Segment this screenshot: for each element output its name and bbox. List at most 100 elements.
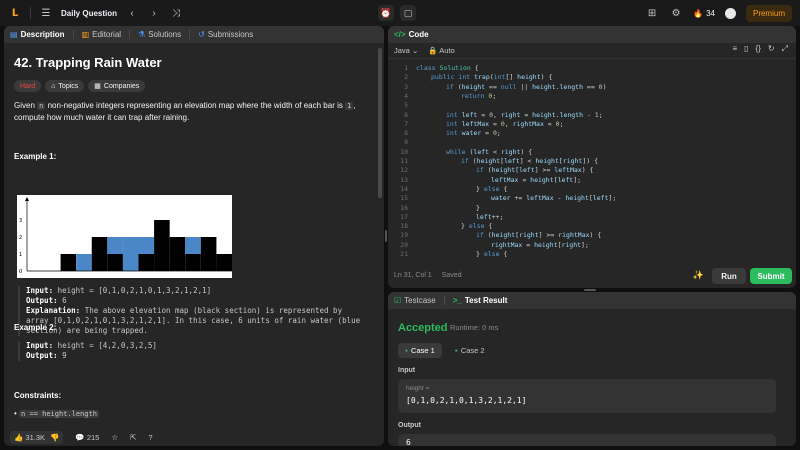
- terminal-icon: >_: [452, 296, 462, 305]
- comments-button[interactable]: 💬 215: [75, 433, 99, 442]
- example-1-block: Input: height = [0,1,0,2,1,0,1,3,2,1,2,1…: [18, 286, 368, 336]
- topics-button[interactable]: ⌂ Topics: [45, 80, 85, 92]
- cursor-position: Ln 31, Col 1: [394, 271, 432, 279]
- description-scrollbar[interactable]: [378, 48, 382, 198]
- thumbs-down-icon: 👎: [50, 432, 60, 442]
- code-line: rightMax = height[right];: [491, 240, 589, 249]
- save-status: Saved: [441, 271, 462, 279]
- line-number: 13: [400, 175, 408, 184]
- fullscreen-icon[interactable]: ⤢: [782, 44, 788, 54]
- ai-assist-icon[interactable]: ✨: [693, 270, 704, 281]
- code-line: left++;: [476, 212, 504, 221]
- code-line: } else {: [476, 184, 508, 193]
- tab-editorial[interactable]: ▥ Editorial: [82, 30, 121, 39]
- elevation-bar: [60, 254, 77, 271]
- help-icon[interactable]: ?: [148, 433, 152, 442]
- language-select[interactable]: Java ⌄: [394, 46, 418, 55]
- code-line: return 0;: [461, 91, 497, 100]
- timer-icon[interactable]: ⏰: [378, 5, 394, 21]
- elevation-bar: [138, 254, 155, 271]
- line-number: 11: [400, 157, 408, 165]
- like-button[interactable]: 👍 31.3K: [14, 433, 45, 442]
- run-button[interactable]: Run: [712, 268, 746, 284]
- top-navbar: ᒪ ☰ Daily Question ‹ › ⤨ ⏰ ▢ ⊞ ⚙ 🔥 34 Pre…: [0, 0, 800, 26]
- prev-problem-icon[interactable]: ‹: [125, 8, 139, 19]
- code-line: } else {: [461, 222, 493, 231]
- tab-description[interactable]: ▤ Description: [10, 30, 65, 39]
- pass-dot-icon: ●: [454, 347, 458, 354]
- code-line: int water = 0;: [446, 129, 501, 138]
- format-icon[interactable]: ≡: [732, 44, 737, 54]
- elevation-bar: [154, 220, 170, 271]
- line-number: 19: [400, 231, 408, 240]
- shuffle-icon[interactable]: ⤨: [169, 8, 183, 19]
- tab-submissions[interactable]: ↺ Submissions: [198, 30, 253, 39]
- avatar[interactable]: [724, 7, 736, 19]
- daily-question-title[interactable]: Daily Question: [61, 9, 117, 18]
- result-status: Accepted: [398, 322, 448, 334]
- premium-button[interactable]: Premium: [745, 4, 792, 22]
- elevation-bar: [169, 237, 186, 271]
- leetcode-logo-icon[interactable]: ᒪ: [8, 6, 22, 20]
- reset-icon[interactable]: ↻: [768, 44, 775, 54]
- tab-code[interactable]: </> Code: [394, 30, 429, 39]
- line-number: 8: [404, 129, 408, 138]
- comment-icon: 💬: [75, 432, 85, 442]
- line-number: 6: [404, 110, 408, 119]
- settings-gear-icon[interactable]: ⚙: [669, 8, 683, 19]
- chevron-down-icon: ⌄: [411, 46, 419, 55]
- code-panel: </> Code Java ⌄ 🔒 Auto ≡ ▯ {} ↻ ⤢ 1 class …: [388, 26, 796, 288]
- code-editor[interactable]: 1 class Solution {2 public int trap(int[] …: [388, 62, 796, 262]
- input-label: Input: [398, 367, 416, 374]
- tab-solutions[interactable]: ⚗ Solutions: [138, 30, 181, 39]
- y-tick-label: 2: [19, 235, 22, 241]
- companies-button[interactable]: ▦ Companies: [88, 80, 146, 92]
- dislike-button[interactable]: 👎: [50, 433, 59, 442]
- horizontal-resize-handle[interactable]: [584, 289, 596, 291]
- test-tabbar: ☑ Testcase >_ Test Result: [388, 292, 796, 309]
- param-name: height =: [406, 385, 430, 392]
- code-tabbar: </> Code: [388, 26, 796, 43]
- layout-icon[interactable]: ⊞: [645, 8, 659, 19]
- code-icon: </>: [394, 30, 406, 39]
- water-bar: [107, 237, 123, 254]
- vertical-resize-handle[interactable]: [385, 230, 387, 242]
- auto-mode-toggle[interactable]: 🔒 Auto: [428, 46, 454, 55]
- favorite-star-icon[interactable]: ☆: [111, 433, 118, 442]
- y-tick-label: 1: [19, 252, 22, 258]
- divider: [30, 7, 31, 19]
- difficulty-badge: Hard: [14, 80, 42, 92]
- tab-test-result[interactable]: >_ Test Result: [453, 296, 508, 305]
- problem-list-icon[interactable]: ☰: [39, 8, 53, 19]
- braces-icon[interactable]: {}: [756, 44, 761, 54]
- editorial-icon: ▥: [81, 30, 90, 39]
- line-number: 2: [404, 73, 408, 82]
- streak-counter[interactable]: 🔥 34: [693, 9, 715, 18]
- description-footer: 👍 31.3K 👎 💬 215 ☆ ⇱ ?: [4, 428, 384, 446]
- line-number: 18: [400, 222, 408, 231]
- line-number: 9: [404, 138, 408, 147]
- line-number: 1: [404, 64, 408, 72]
- example-1-heading: Example 1:: [14, 152, 57, 161]
- output-value: 6: [406, 438, 411, 446]
- description-panel: ▤ Description ▥ Editorial ⚗ Solutions ↺ Subm…: [4, 26, 384, 446]
- y-axis-arrow: [25, 197, 29, 201]
- output-box: 6: [398, 434, 776, 446]
- tag-icon: ⌂: [51, 82, 56, 90]
- bookmark-icon[interactable]: ▯: [744, 44, 748, 54]
- line-number: 3: [404, 82, 408, 91]
- problem-description: 42. Trapping Rain Water Hard ⌂ Topics ▦ Co…: [4, 43, 384, 161]
- case-2-tab[interactable]: ● Case 2: [448, 343, 492, 358]
- description-icon: ▤: [10, 30, 18, 39]
- case-1-tab[interactable]: ● Case 1: [398, 343, 442, 358]
- pass-dot-icon: ●: [405, 347, 409, 354]
- tab-testcase[interactable]: ☑ Testcase: [394, 296, 436, 305]
- problem-statement: Given n non-negative integers representi…: [14, 101, 356, 122]
- line-number: 14: [400, 184, 408, 193]
- streak-count: 34: [706, 8, 715, 18]
- elevation-map-chart: 0 1 2 3: [17, 195, 232, 278]
- submit-button[interactable]: Submit: [750, 268, 792, 284]
- next-problem-icon[interactable]: ›: [147, 8, 161, 19]
- notes-icon[interactable]: ▢: [400, 5, 416, 21]
- share-icon[interactable]: ⇱: [130, 433, 136, 442]
